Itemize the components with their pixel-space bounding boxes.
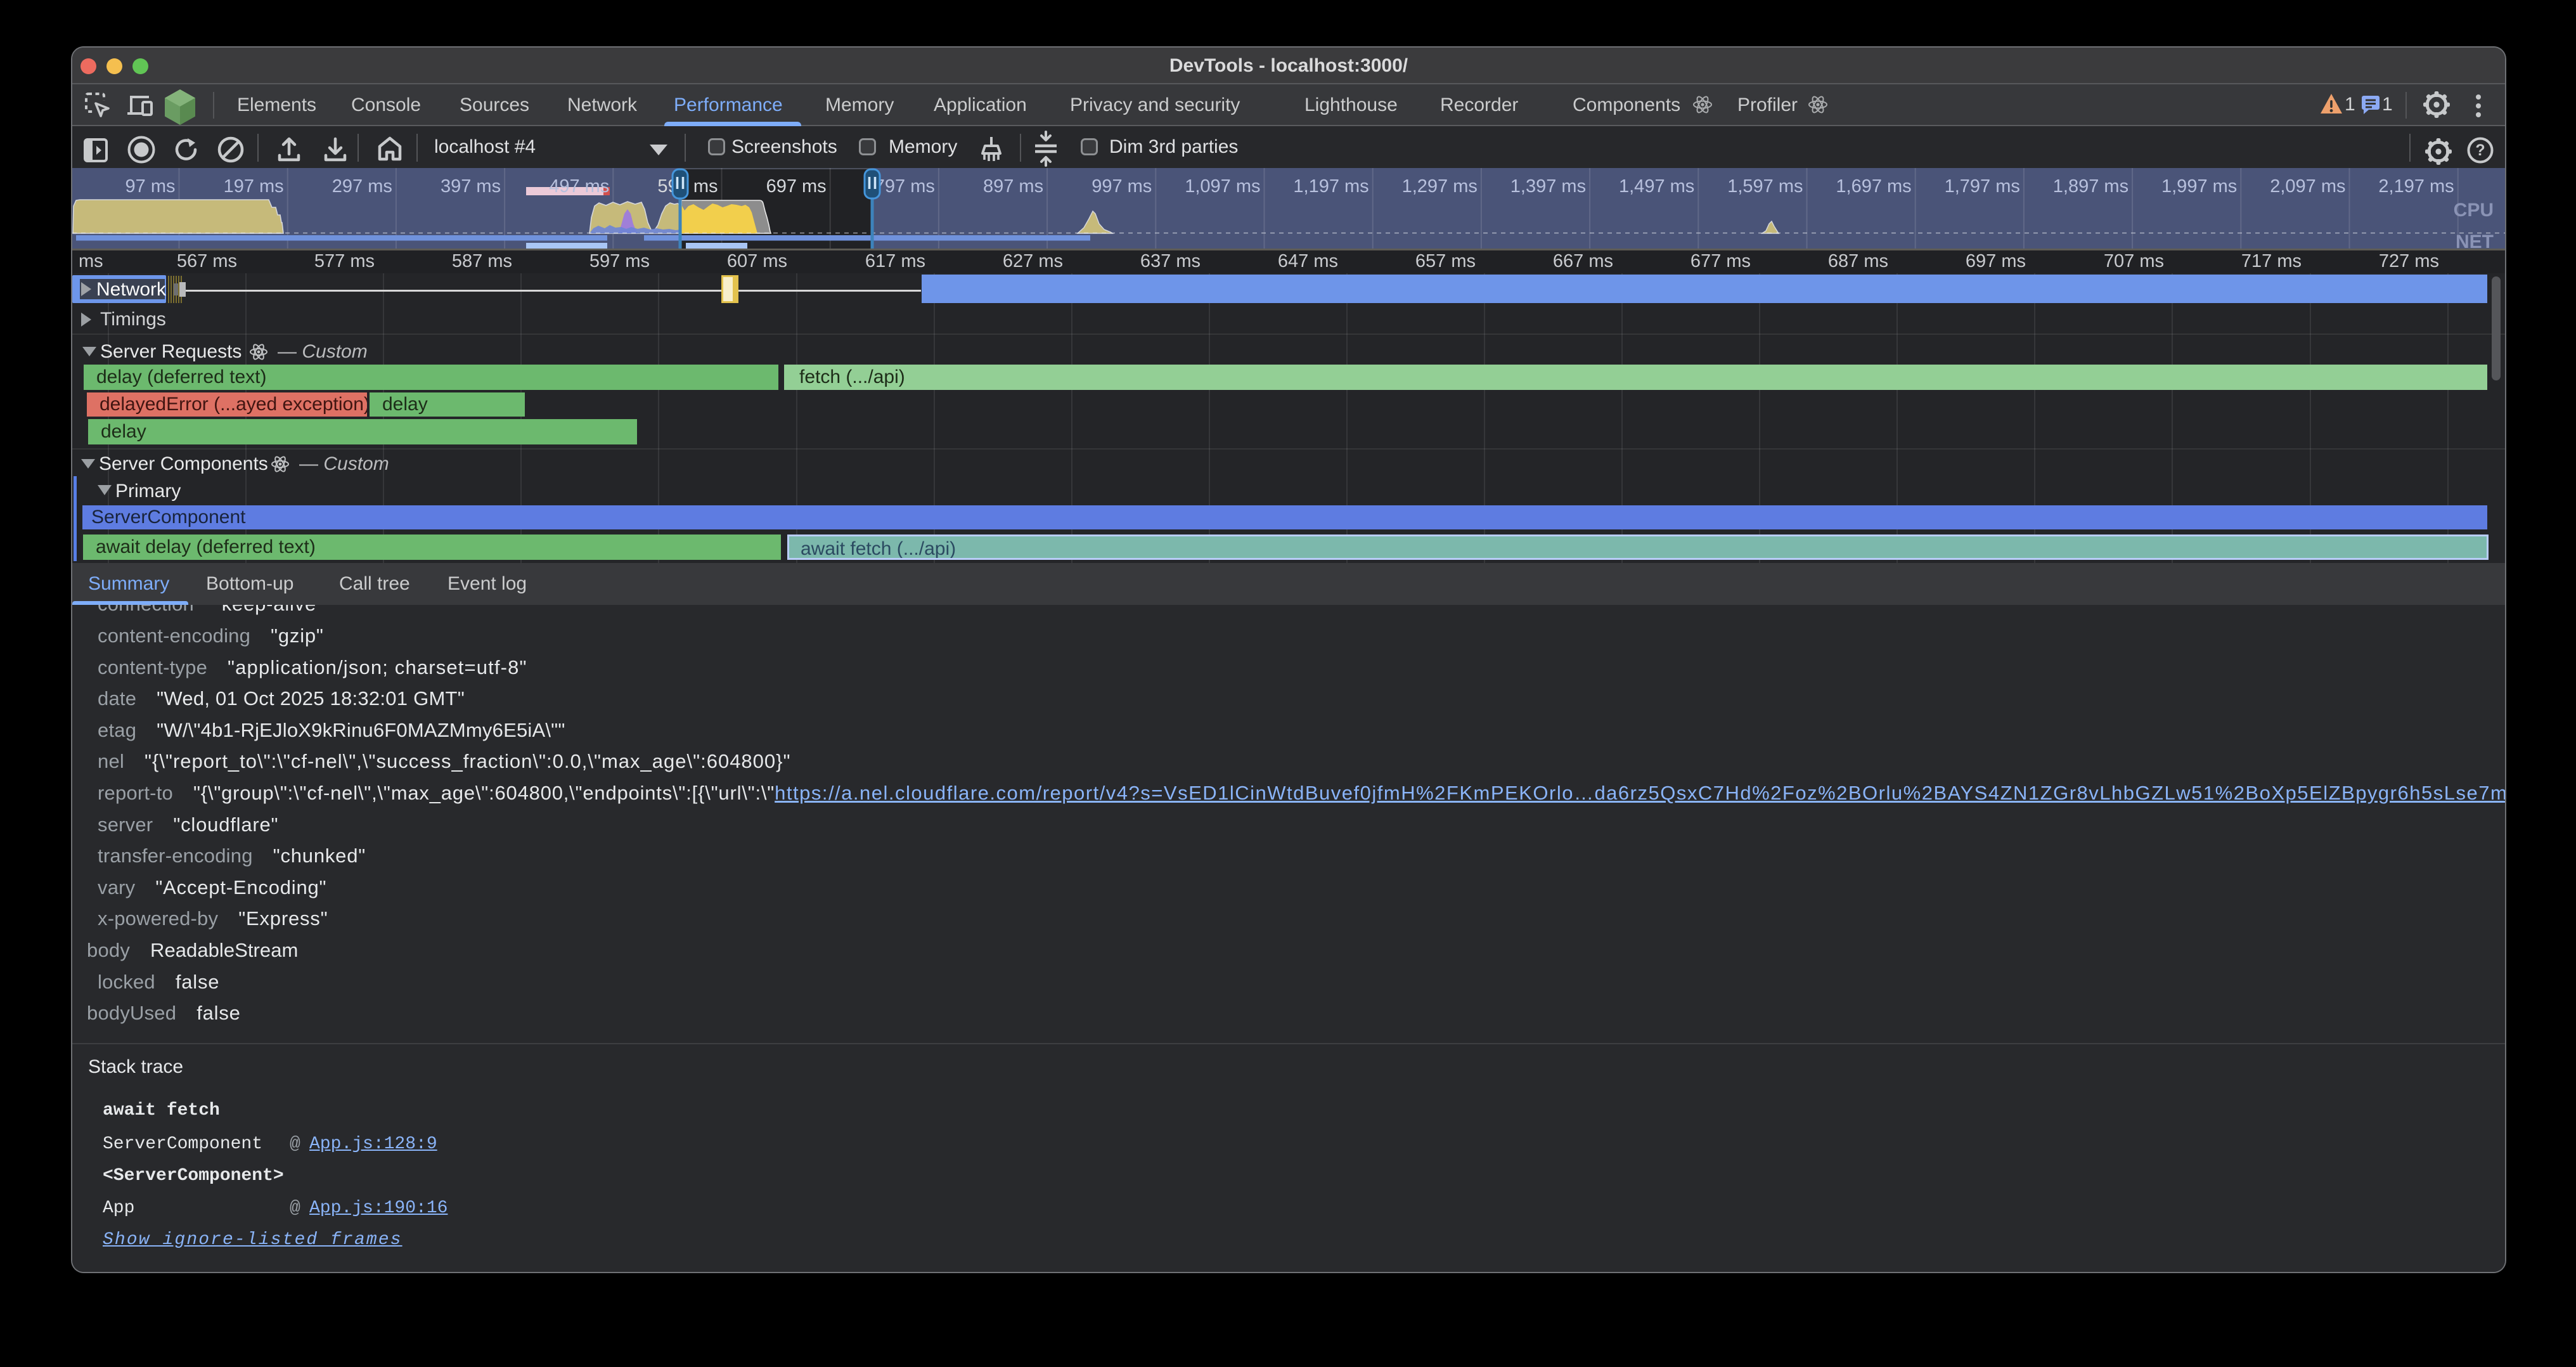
- svg-text:1,897 ms: 1,897 ms: [2053, 176, 2128, 197]
- svg-text:297 ms: 297 ms: [332, 176, 392, 197]
- svg-text:1,397 ms: 1,397 ms: [1510, 176, 1586, 197]
- svg-text:497 ms: 497 ms: [549, 176, 609, 197]
- svg-text:797 ms: 797 ms: [875, 176, 935, 197]
- svg-text:?: ?: [2475, 141, 2485, 159]
- svg-text:2,097 ms: 2,097 ms: [2270, 176, 2345, 197]
- svg-text:1,197 ms: 1,197 ms: [1293, 176, 1368, 197]
- svg-text:397 ms: 397 ms: [441, 176, 501, 197]
- svg-text:1,497 ms: 1,497 ms: [1619, 176, 1694, 197]
- svg-text:197 ms: 197 ms: [224, 176, 284, 197]
- svg-text:NET: NET: [2456, 231, 2494, 250]
- svg-text:1,097 ms: 1,097 ms: [1185, 176, 1260, 197]
- svg-text:997 ms: 997 ms: [1092, 176, 1152, 197]
- svg-text:1,797 ms: 1,797 ms: [1945, 176, 2020, 197]
- svg-text:97 ms: 97 ms: [126, 176, 176, 197]
- svg-text:CPU: CPU: [2454, 200, 2494, 221]
- svg-text:697 ms: 697 ms: [766, 176, 827, 197]
- svg-text:1,597 ms: 1,597 ms: [1727, 176, 1803, 197]
- svg-text:1,997 ms: 1,997 ms: [2161, 176, 2237, 197]
- svg-text:897 ms: 897 ms: [983, 176, 1043, 197]
- svg-text:1,697 ms: 1,697 ms: [1836, 176, 1911, 197]
- svg-text:1,297 ms: 1,297 ms: [1402, 176, 1478, 197]
- svg-text:2,197 ms: 2,197 ms: [2378, 176, 2454, 197]
